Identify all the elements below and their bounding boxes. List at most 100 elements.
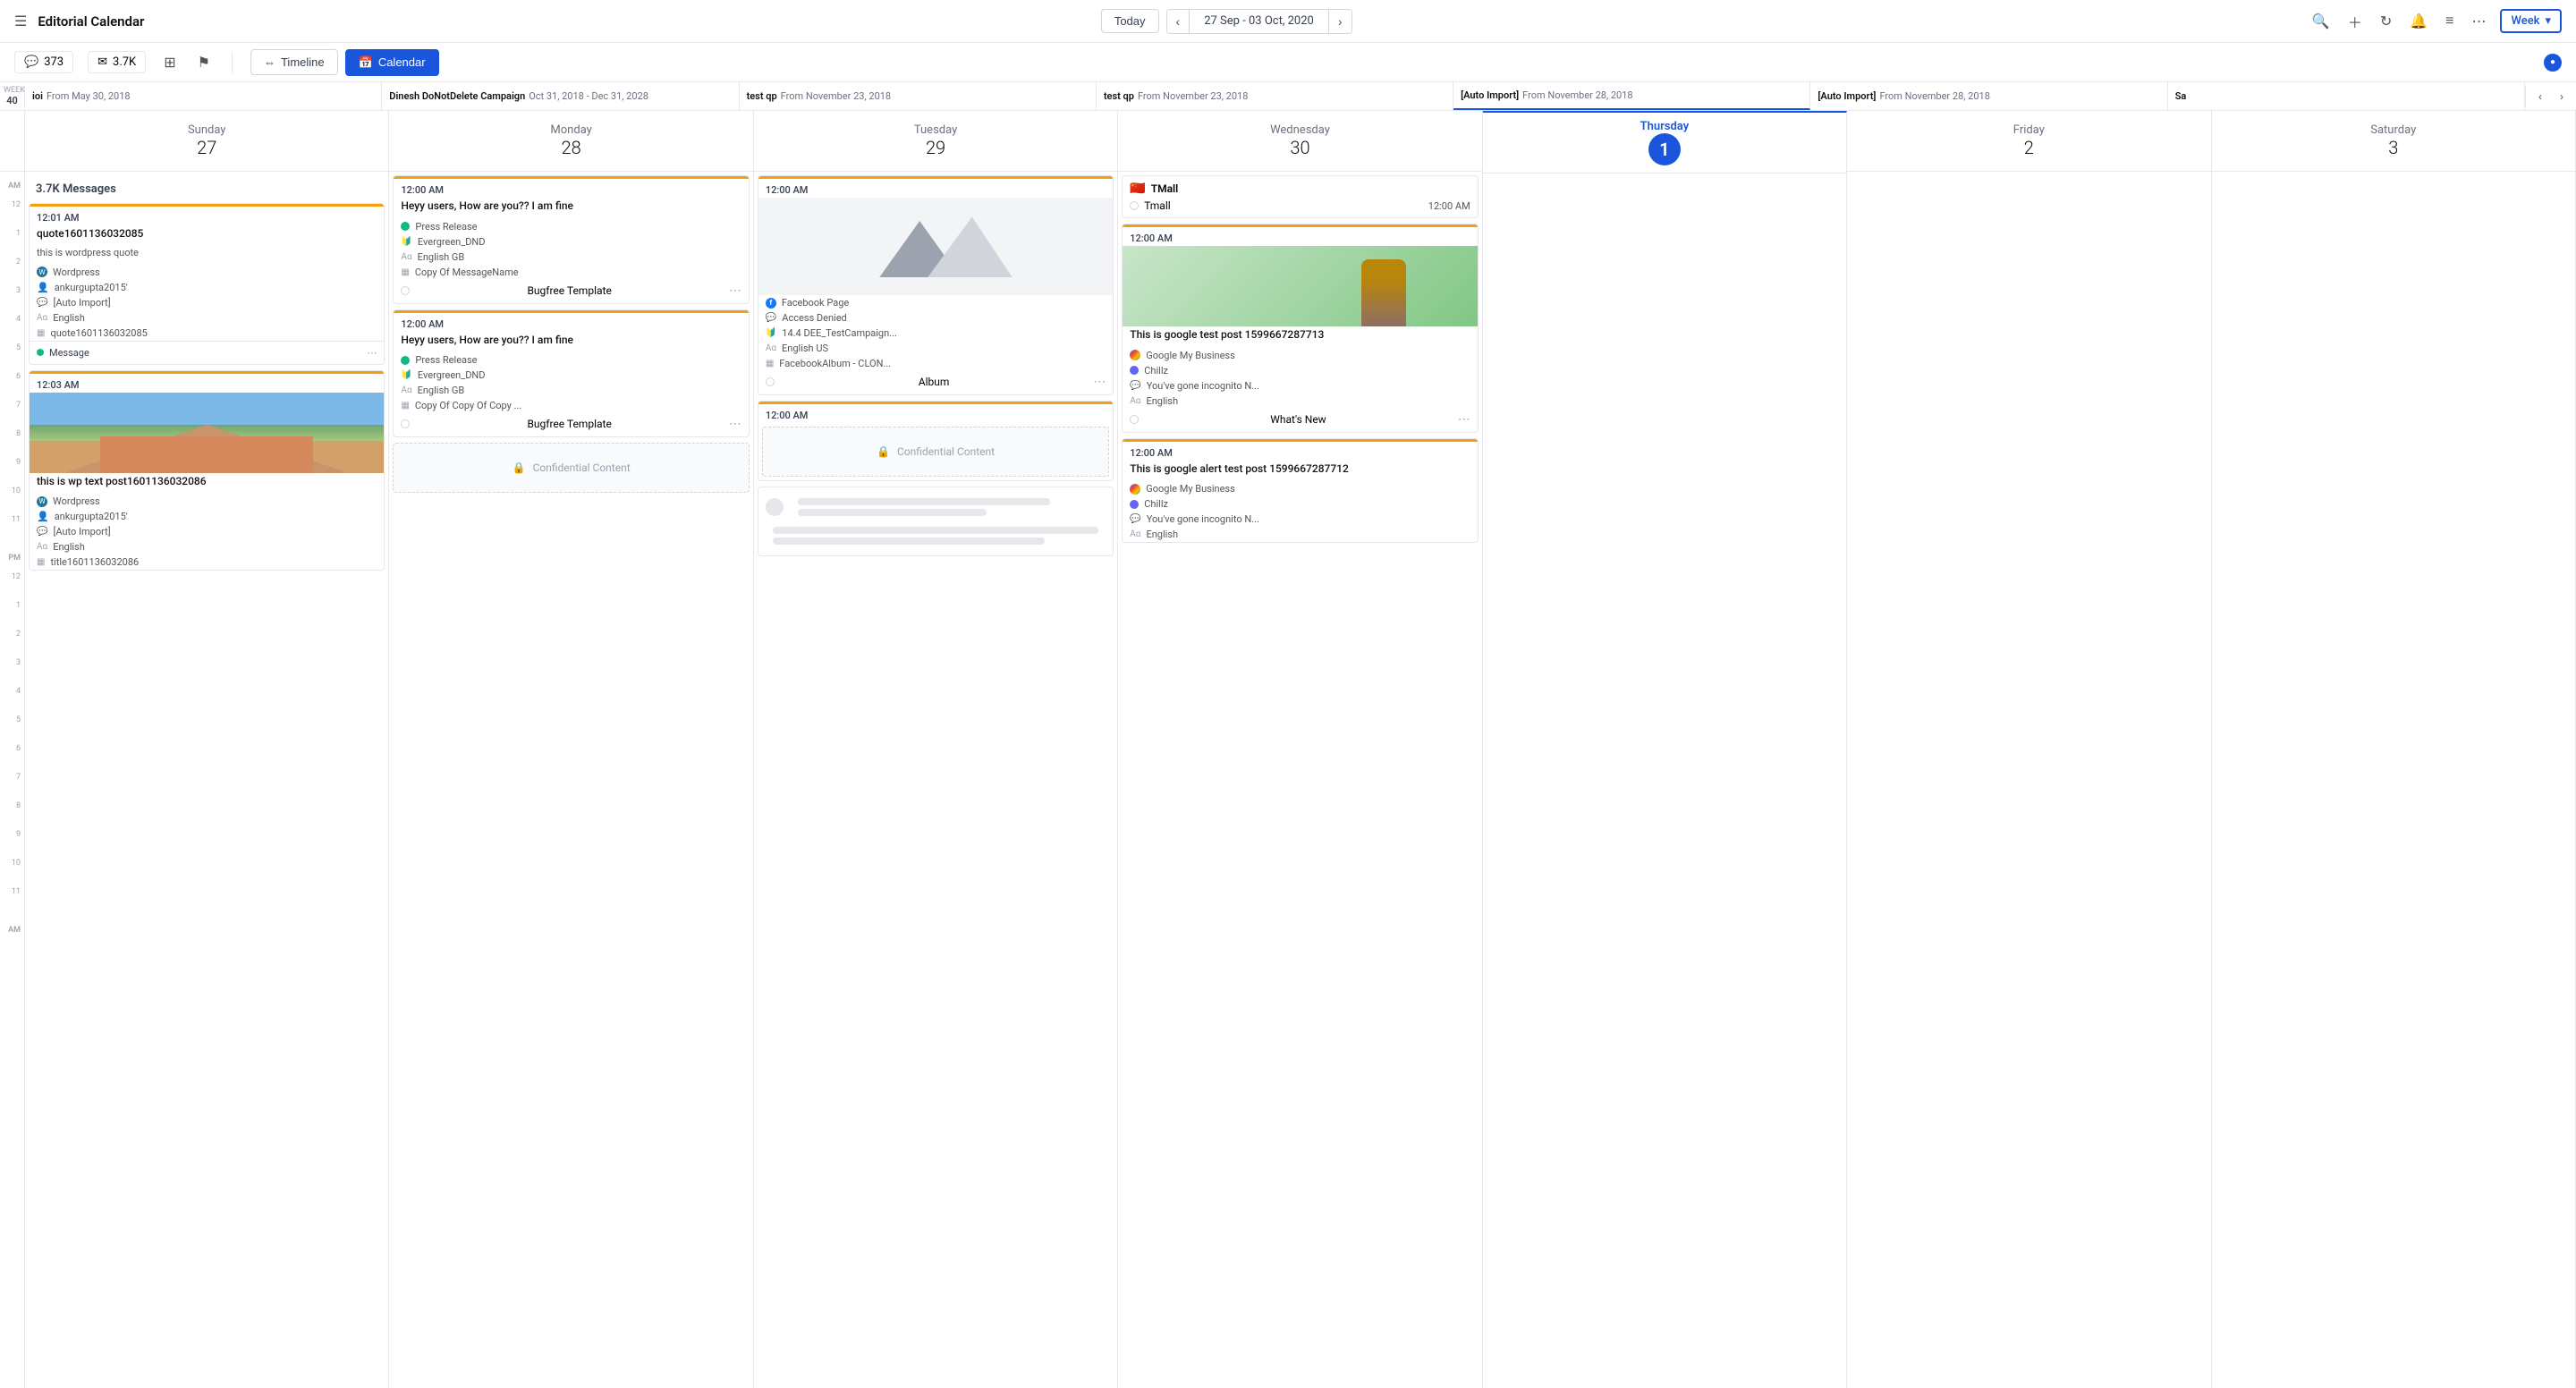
monday-card-2[interactable]: 12:00 AM Heyy users, How are you?? I am … [393, 309, 749, 438]
incognito-icon: 💬 [1130, 381, 1140, 391]
message-badge: Message ⋯ [30, 341, 384, 364]
mon2-row-campaign: 🔰 Evergreen_DND [394, 368, 748, 383]
day-header-thursday: Thursday 1 [1483, 113, 1846, 174]
tue-card1-actions: Album ⋯ [758, 371, 1113, 394]
day-col-saturday: Saturday 3 [2212, 111, 2576, 1388]
tmall-row: Tmall 12:00 AM [1130, 199, 1470, 212]
menu-icon[interactable]: ☰ [14, 13, 27, 30]
card-row-id-2: ▦ title1601136032086 [30, 554, 384, 570]
wed-gmb2-time: 12:00 AM [1123, 442, 1477, 461]
copy-icon-tue: ▦ [766, 359, 774, 368]
tuesday-skeleton [758, 487, 1114, 556]
campaign-cell-sat: Sa [2168, 82, 2525, 110]
week-selector-label: Week [2511, 14, 2539, 28]
campaign-icon: 🔰 [401, 237, 411, 247]
wed-gmb1-title: This is google test post 1599667287713 [1123, 326, 1477, 348]
sunday-card-1[interactable]: 12:01 AM quote1601136032085 this is word… [29, 203, 385, 365]
card-row-platform: W Wordpress [30, 265, 384, 280]
grid-view-icon[interactable]: ⊞ [160, 50, 179, 75]
saturday-content [2212, 172, 2575, 1388]
user-avatar[interactable]: ● [2544, 54, 2562, 72]
wed-gmb-card-2[interactable]: 12:00 AM This is google alert test post … [1122, 438, 1478, 544]
card-row-lang-2: Aα English [30, 539, 384, 554]
facebook-icon: f [766, 298, 776, 309]
campaign-cell-wed: test qp From November 23, 2018 [1097, 82, 1453, 110]
campaign-cell-mon: Dinesh DoNotDelete Campaign Oct 31, 2018… [382, 82, 739, 110]
campaign-next[interactable]: › [2551, 86, 2572, 107]
message-icon: 💬 [24, 55, 38, 69]
house-body [100, 436, 313, 473]
tmall-flag-icon: 🇨🇳 [1130, 182, 1145, 196]
app-title: Editorial Calendar [38, 13, 144, 30]
more-options-icon[interactable]: ⋯ [2468, 9, 2489, 34]
day-header-tuesday: Tuesday 29 [754, 111, 1117, 172]
friday-content [1847, 172, 2210, 1388]
date-range-label: 27 Sep - 03 Oct, 2020 [1190, 10, 1328, 32]
monday-content: 12:00 AM Heyy users, How are you?? I am … [389, 172, 752, 1388]
lock-icon-tue: 🔒 [877, 445, 890, 458]
more-icon[interactable]: ⋯ [367, 347, 377, 359]
week-selector[interactable]: Week ▾ [2500, 9, 2562, 33]
skeleton-avatar [766, 498, 784, 516]
email-badge[interactable]: ✉ 3.7K [88, 51, 146, 73]
prev-week-button[interactable]: ‹ [1167, 10, 1191, 33]
email-count: 3.7K [113, 55, 136, 69]
more-icon-mon2[interactable]: ⋯ [729, 417, 741, 431]
more-icon-tue1[interactable]: ⋯ [1093, 375, 1106, 389]
mon-card1-actions: Bugfree Template ⋯ [394, 280, 748, 303]
skeleton-avatar-row [766, 495, 1106, 520]
add-icon[interactable]: ＋ [2344, 7, 2366, 36]
top-nav: ☰ Editorial Calendar Today ‹ 27 Sep - 03… [0, 0, 2576, 43]
wed-gmb1-campaign: Chillz [1123, 363, 1477, 378]
mon2-row-lang: Aα English GB [394, 383, 748, 398]
person-silhouette [1361, 259, 1406, 326]
notifications-icon[interactable]: 🔔 [2406, 9, 2431, 34]
tuesday-confidential: 12:00 AM 🔒 Confidential Content [758, 401, 1114, 481]
tuesday-card-1[interactable]: 12:00 AM f Facebook Page 💬 Ac [758, 175, 1114, 395]
wed-gmb1-actions: What's New ⋯ [1123, 409, 1477, 432]
filter-icon[interactable]: ≡ [2442, 10, 2457, 33]
wed-gmb1-lang: Aα English [1123, 394, 1477, 409]
lang-icon-mon: Aα [401, 252, 411, 262]
chat-icon-tue: 💬 [766, 313, 776, 323]
next-week-button[interactable]: › [1328, 10, 1352, 33]
tue-card1-time: 12:00 AM [758, 179, 1113, 198]
campaign-prev[interactable]: ‹ [2529, 86, 2551, 107]
today-button[interactable]: Today [1101, 9, 1159, 33]
tue-row-platform: f Facebook Page [758, 295, 1113, 310]
gmb-icon-1 [1130, 350, 1140, 360]
sunday-card-2[interactable]: 12:03 AM this is wp text post16011360320… [29, 370, 385, 571]
wed-tmall-card[interactable]: 🇨🇳 TMall Tmall 12:00 AM [1122, 175, 1478, 218]
mon-row-lang: Aα English GB [394, 250, 748, 265]
timeline-icon: ⇔ [264, 55, 275, 69]
flag-icon[interactable]: ⚑ [194, 50, 214, 75]
campaign-icon-tue: 🔰 [766, 328, 776, 338]
card-title-2: this is wp text post1601136032086 [30, 473, 384, 495]
campaign-bar: WEEK 40 ioi From May 30, 2018 Dinesh DoN… [0, 82, 2576, 111]
more-icon-mon1[interactable]: ⋯ [729, 284, 741, 298]
monday-card-1[interactable]: 12:00 AM Heyy users, How are you?? I am … [393, 175, 749, 304]
refresh-icon[interactable]: ↻ [2377, 9, 2395, 34]
nav-center: Today ‹ 27 Sep - 03 Oct, 2020 › [1101, 9, 1352, 34]
tuesday-content: 12:00 AM f Facebook Page 💬 Ac [754, 172, 1117, 1388]
chillz-icon-2 [1130, 500, 1139, 509]
day-col-sunday: Sunday 27 3.7K Messages 12:01 AM quote16… [25, 111, 389, 1388]
calendar-tab[interactable]: 📅 Calendar [345, 49, 439, 76]
status-dot-wed1 [1130, 415, 1139, 424]
press-release-icon [401, 222, 410, 231]
tmall-label: TMall [1151, 182, 1179, 195]
card-row-user: 👤 ankurgupta2015' [30, 280, 384, 295]
messages-badge[interactable]: 💬 373 [14, 51, 73, 73]
lang-icon-wed2: Aα [1130, 529, 1140, 539]
search-icon[interactable]: 🔍 [2309, 9, 2334, 34]
tmall-name: Tmall [1144, 199, 1170, 212]
toolbar-divider [232, 52, 233, 73]
timeline-tab[interactable]: ⇔ Timeline [250, 49, 338, 75]
card-time: 12:01 AM [30, 207, 384, 225]
mon2-row-copy: ▦ Copy Of Copy Of Copy ... [394, 398, 748, 413]
week-selector-chevron: ▾ [2545, 14, 2551, 28]
day-header-monday: Monday 28 [389, 111, 752, 172]
day-header-wednesday: Wednesday 30 [1118, 111, 1481, 172]
wed-gmb-card-1[interactable]: 12:00 AM This is google test post 159966… [1122, 224, 1478, 433]
more-icon-wed1[interactable]: ⋯ [1458, 412, 1470, 427]
